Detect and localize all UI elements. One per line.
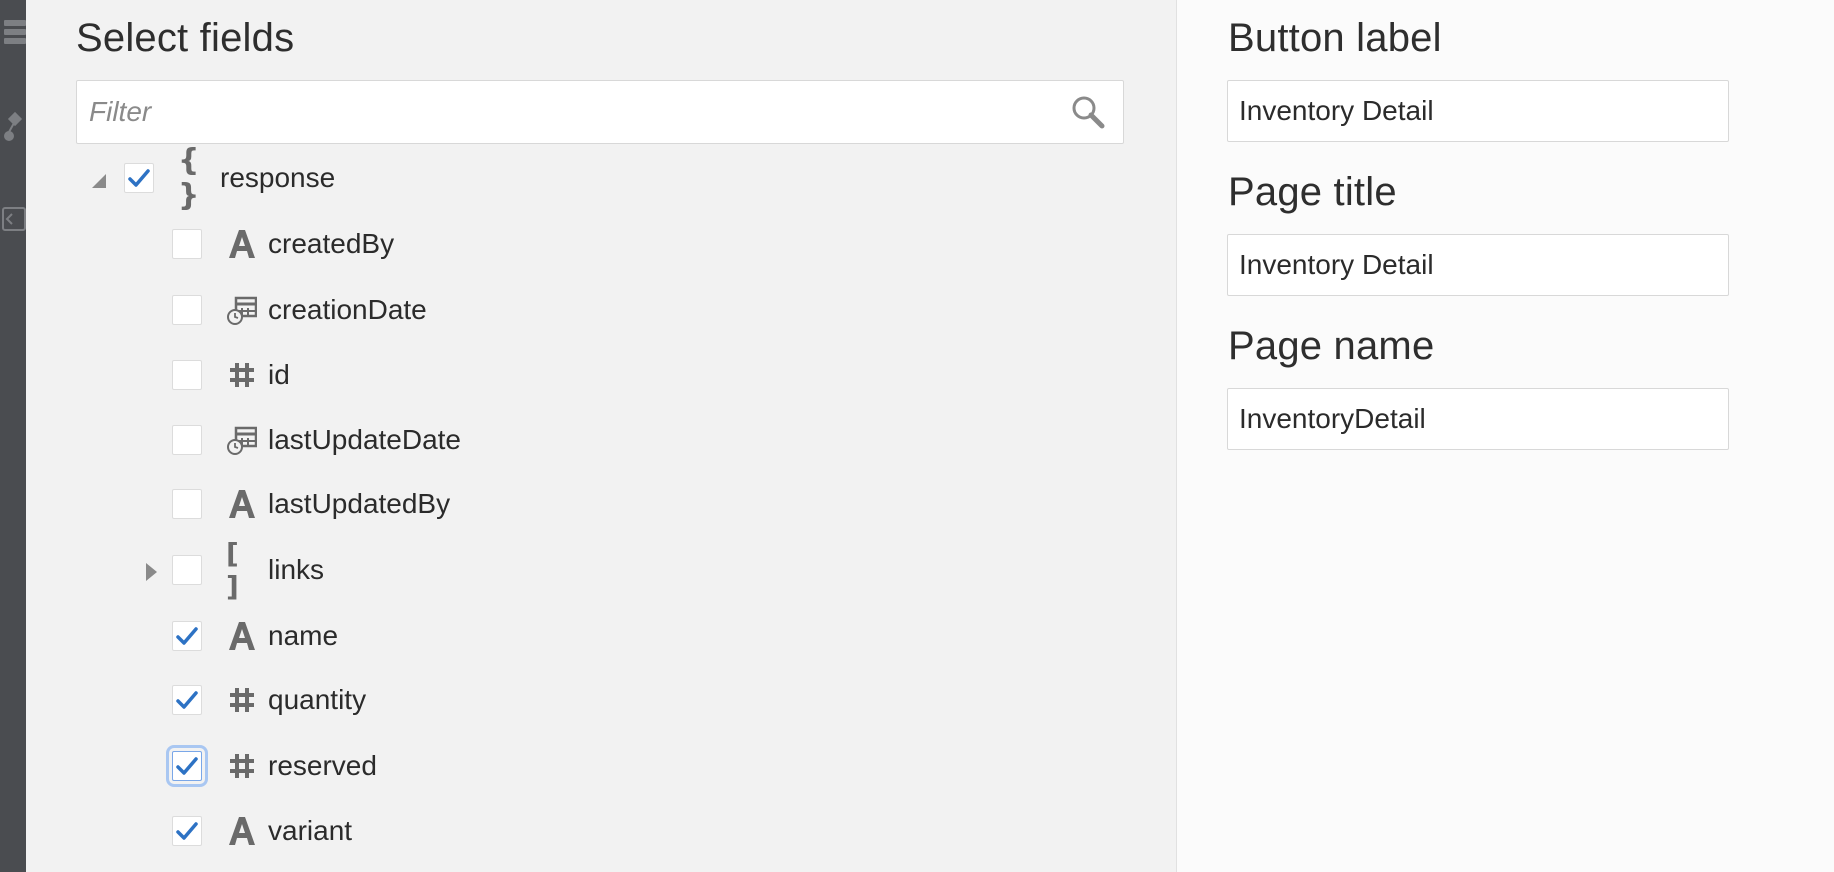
checkbox-links[interactable] — [172, 555, 202, 585]
string-type-icon — [226, 484, 258, 524]
array-brackets-icon: [ ] — [226, 537, 239, 603]
string-type-icon — [226, 616, 258, 656]
side-strip — [0, 0, 26, 872]
tree-row-name[interactable]: name — [26, 608, 1126, 668]
page-name-input[interactable] — [1227, 388, 1729, 450]
checkbox-id[interactable] — [172, 360, 202, 390]
checkbox-name[interactable] — [172, 621, 202, 651]
search-icon[interactable] — [1069, 93, 1107, 131]
checkbox-creationDate[interactable] — [172, 295, 202, 325]
select-fields-panel: Select fields { } response createdBy cre… — [26, 0, 1176, 872]
flow-icon[interactable] — [0, 108, 26, 153]
string-type-icon — [226, 224, 258, 264]
tree-row-lastUpdateDate[interactable]: lastUpdateDate — [26, 412, 1126, 472]
tree-label-name: name — [268, 620, 339, 651]
collapse-triangle-icon[interactable] — [88, 150, 110, 210]
datetime-type-icon — [226, 290, 258, 330]
select-fields-title: Select fields — [76, 16, 295, 60]
page-title-title: Page title — [1228, 170, 1397, 214]
tree-label-id: id — [268, 359, 290, 390]
tree-label-variant: variant — [268, 815, 353, 846]
number-type-icon — [226, 746, 258, 786]
tree-label-reserved: reserved — [268, 750, 377, 781]
checkbox-variant[interactable] — [172, 816, 202, 846]
code-block-icon[interactable] — [0, 204, 26, 239]
tree-row-reserved[interactable]: reserved — [26, 738, 1126, 798]
checkbox-lastUpdateDate[interactable] — [172, 425, 202, 455]
object-braces-icon: { } — [178, 143, 200, 213]
filter-input[interactable] — [87, 89, 1051, 135]
expand-triangle-icon[interactable] — [140, 542, 162, 602]
checkbox-quantity[interactable] — [172, 685, 202, 715]
number-type-icon — [226, 355, 258, 395]
datetime-type-icon — [226, 420, 258, 460]
tree-row-links[interactable]: [ ] links — [26, 537, 1126, 603]
page-settings-panel: Button label Page title Page name — [1177, 0, 1834, 872]
checkbox-reserved[interactable] — [166, 745, 208, 787]
page-name-title: Page name — [1228, 324, 1435, 368]
button-label-input[interactable] — [1227, 80, 1729, 142]
filter-field[interactable] — [76, 80, 1124, 144]
tree-row-lastUpdatedBy[interactable]: lastUpdatedBy — [26, 476, 1126, 536]
layers-icon[interactable] — [0, 14, 26, 55]
button-label-title: Button label — [1228, 16, 1442, 60]
checkbox-createdBy[interactable] — [172, 229, 202, 259]
tree-row-quantity[interactable]: quantity — [26, 672, 1126, 732]
tree-label-quantity: quantity — [268, 684, 367, 715]
tree-label-response: response — [220, 162, 336, 193]
number-type-icon — [226, 680, 258, 720]
tree-row-variant[interactable]: variant — [26, 803, 1126, 863]
tree-label-lastUpdateDate: lastUpdateDate — [268, 424, 462, 455]
string-type-icon — [226, 811, 258, 851]
tree-row-response[interactable]: { } response — [26, 143, 1126, 213]
checkbox-lastUpdatedBy[interactable] — [172, 489, 202, 519]
tree-label-creationDate: creationDate — [268, 294, 427, 325]
tree-label-links: links — [268, 554, 325, 585]
tree-label-createdBy: createdBy — [268, 228, 395, 259]
page-title-input[interactable] — [1227, 234, 1729, 296]
checkbox-response[interactable] — [124, 163, 154, 193]
tree-row-creationDate[interactable]: creationDate — [26, 282, 1126, 342]
tree-row-id[interactable]: id — [26, 347, 1126, 407]
tree-label-lastUpdatedBy: lastUpdatedBy — [268, 488, 451, 519]
tree-row-createdBy[interactable]: createdBy — [26, 216, 1126, 276]
